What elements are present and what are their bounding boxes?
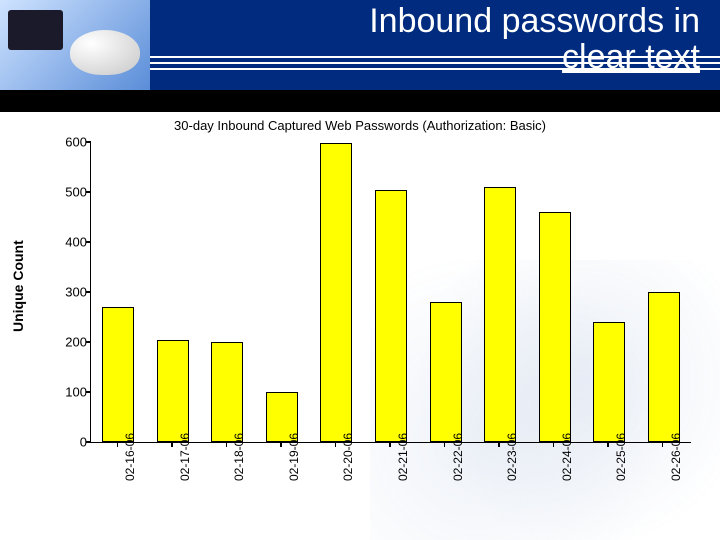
x-tick-label: 02-25-06	[614, 432, 628, 482]
x-tick-label: 02-18-06	[232, 432, 246, 482]
x-tick-mark	[498, 442, 500, 447]
y-tick-mark	[86, 141, 91, 143]
bar	[102, 307, 134, 442]
title-line2: clear text	[562, 38, 700, 76]
y-axis-label: Unique Count	[10, 240, 26, 332]
y-tick-mark	[86, 241, 91, 243]
x-tick-mark	[607, 442, 609, 447]
y-tick-mark	[86, 341, 91, 343]
x-tick-label: 02-21-06	[396, 432, 410, 482]
title-line1: Inbound passwords in	[369, 2, 700, 40]
y-tick-label: 600	[43, 135, 87, 150]
plot-region: 0100200300400500600	[90, 142, 691, 443]
header-graphic	[0, 0, 150, 90]
x-tick-mark	[553, 442, 555, 447]
x-tick-label: 02-20-06	[341, 432, 355, 482]
bar	[593, 322, 625, 442]
x-tick-mark	[335, 442, 337, 447]
bar	[157, 340, 189, 443]
x-tick-mark	[226, 442, 228, 447]
y-tick-label: 200	[43, 335, 87, 350]
y-tick-mark	[86, 291, 91, 293]
bar	[375, 190, 407, 443]
x-tick-mark	[280, 442, 282, 447]
bar	[484, 187, 516, 442]
y-tick-label: 100	[43, 385, 87, 400]
x-tick-label: 02-16-06	[123, 432, 137, 482]
chart-area: 30-day Inbound Captured Web Passwords (A…	[0, 112, 720, 540]
x-tick-label: 02-17-06	[178, 432, 192, 482]
x-tick-mark	[444, 442, 446, 447]
y-tick-label: 500	[43, 185, 87, 200]
bar	[211, 342, 243, 442]
x-tick-mark	[389, 442, 391, 447]
slide-header: Inbound passwords in clear text	[0, 0, 720, 90]
x-tick-label: 02-24-06	[560, 432, 574, 482]
x-tick-label: 02-19-06	[287, 432, 301, 482]
y-tick-label: 400	[43, 235, 87, 250]
x-tick-label: 02-22-06	[451, 432, 465, 482]
y-tick-mark	[86, 441, 91, 443]
bar	[320, 143, 352, 442]
bar	[539, 212, 571, 442]
bar	[430, 302, 462, 442]
bar	[648, 292, 680, 442]
y-tick-label: 0	[43, 435, 87, 450]
slide-title: Inbound passwords in clear text	[160, 0, 720, 94]
y-tick-label: 300	[43, 285, 87, 300]
x-tick-label: 02-26-06	[669, 432, 683, 482]
chart-title: 30-day Inbound Captured Web Passwords (A…	[0, 118, 720, 133]
x-tick-mark	[117, 442, 119, 447]
x-tick-mark	[171, 442, 173, 447]
x-tick-label: 02-23-06	[505, 432, 519, 482]
y-tick-mark	[86, 191, 91, 193]
y-tick-mark	[86, 391, 91, 393]
x-tick-mark	[662, 442, 664, 447]
